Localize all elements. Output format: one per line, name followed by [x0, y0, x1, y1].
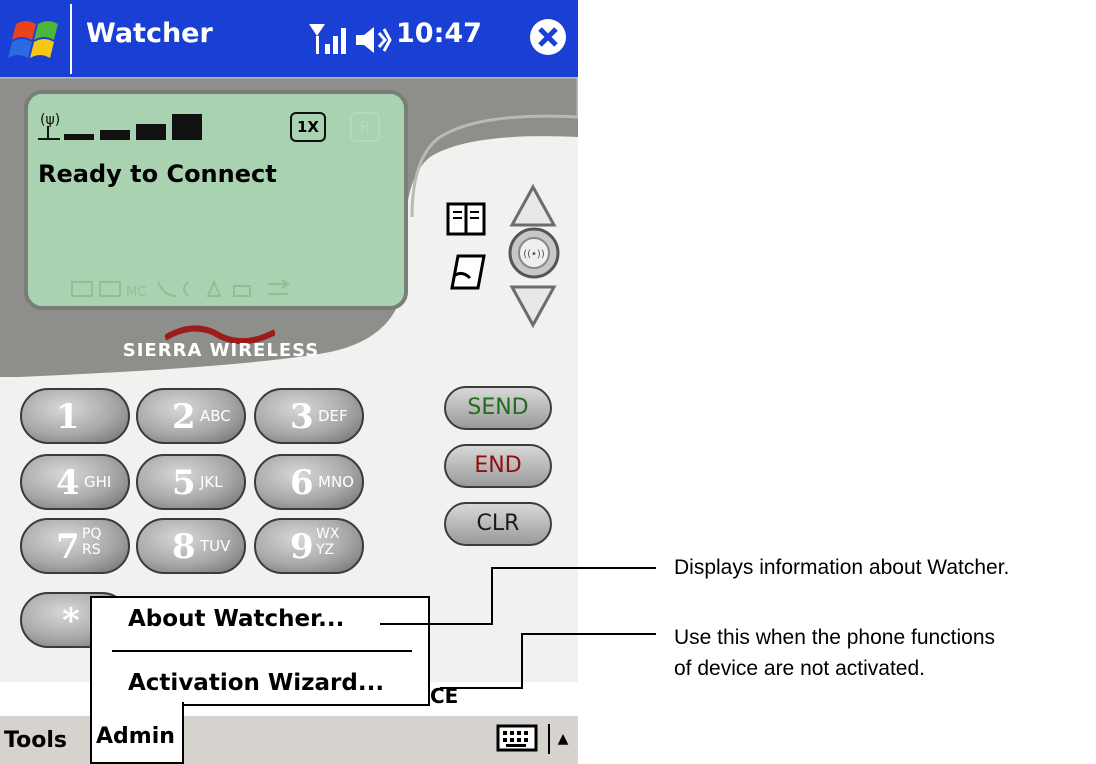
key-1[interactable]: 1	[20, 388, 130, 444]
menu-item-about-watcher[interactable]: About Watcher...	[128, 606, 344, 632]
1x-indicator: 1X	[290, 112, 326, 142]
admin-popup-menu: About Watcher... Activation Wizard...	[90, 596, 430, 706]
key-number: 2	[172, 397, 196, 437]
key-number: 5	[172, 463, 196, 503]
chevron-up-icon[interactable]: ▲	[548, 724, 576, 754]
menu-tools[interactable]: Tools	[4, 728, 67, 753]
keyboard-icon[interactable]	[496, 724, 538, 752]
menu-admin[interactable]: Admin	[90, 702, 184, 764]
key-letters: GHI	[84, 473, 112, 491]
key-5[interactable]: 5 JKL	[136, 454, 246, 510]
key-number: 1	[56, 397, 80, 437]
key-number: 8	[172, 527, 196, 567]
lcd-status-icons: MC	[71, 279, 290, 300]
key-letters: TUV	[200, 537, 231, 555]
menu-admin-label: Admin	[96, 724, 175, 749]
key-letters: MNO	[318, 473, 354, 491]
phonebook-icon[interactable]	[446, 200, 488, 240]
send-button[interactable]: SEND	[444, 386, 552, 430]
select-button-icon[interactable]: ((•))	[507, 226, 561, 280]
title-bar: Watcher 10:47	[0, 0, 578, 77]
menu-item-activation-wizard[interactable]: Activation Wizard...	[128, 670, 384, 696]
key-number: 4	[56, 463, 80, 503]
svg-text:((•)): ((•))	[523, 249, 545, 260]
notes-icon[interactable]	[448, 252, 488, 296]
key-letters: ABC	[200, 407, 231, 425]
key-letters: WX YZ	[316, 526, 340, 558]
key-number: *	[62, 601, 80, 641]
lcd-display: (ψ) 1X R Ready to Connect MC	[24, 90, 408, 310]
windows-start-icon[interactable]	[8, 10, 66, 68]
key-number: 3	[290, 397, 314, 437]
key-letters: JKL	[200, 473, 223, 491]
key-number: 6	[290, 463, 314, 503]
key-6[interactable]: 6 MNO	[254, 454, 364, 510]
svg-text:MC: MC	[126, 285, 146, 300]
key-letters: PQ RS	[82, 526, 102, 558]
end-button[interactable]: END	[444, 444, 552, 488]
signal-bars-icon: (ψ)	[38, 112, 202, 140]
title-divider	[70, 4, 72, 74]
roaming-indicator: R	[350, 112, 380, 142]
callout-activation-wizard: Use this when the phone functions of dev…	[674, 622, 995, 684]
clock: 10:47	[396, 18, 482, 49]
connection-status: Ready to Connect	[38, 160, 277, 188]
menu-separator	[112, 650, 412, 652]
brand-name: SIERRA WIRELESS	[122, 340, 320, 361]
menu-bar: Tools	[0, 714, 578, 764]
key-7[interactable]: 7 PQ RS	[20, 518, 130, 574]
speaker-icon[interactable]	[354, 23, 392, 57]
device-screen: (ψ) 1X R Ready to Connect MC SIERRA WIRE…	[0, 0, 578, 764]
key-number: 7	[56, 527, 80, 567]
signal-strength-icon[interactable]	[307, 22, 347, 56]
key-8[interactable]: 8 TUV	[136, 518, 246, 574]
partial-label: CE	[430, 684, 459, 708]
callout-line: of device are not activated.	[674, 657, 925, 680]
key-number: 9	[290, 527, 314, 567]
key-9[interactable]: 9 WX YZ	[254, 518, 364, 574]
key-letters: DEF	[318, 407, 348, 425]
scroll-down-icon[interactable]	[508, 283, 558, 329]
callout-about-watcher: Displays information about Watcher.	[674, 556, 1010, 579]
clear-button[interactable]: CLR	[444, 502, 552, 546]
svg-text:(ψ): (ψ)	[40, 112, 60, 128]
app-title: Watcher	[86, 18, 213, 49]
key-4[interactable]: 4 GHI	[20, 454, 130, 510]
scroll-up-icon[interactable]	[508, 183, 558, 229]
close-icon[interactable]	[528, 17, 568, 57]
callout-line: Use this when the phone functions	[674, 626, 996, 649]
key-3[interactable]: 3 DEF	[254, 388, 364, 444]
key-2[interactable]: 2 ABC	[136, 388, 246, 444]
